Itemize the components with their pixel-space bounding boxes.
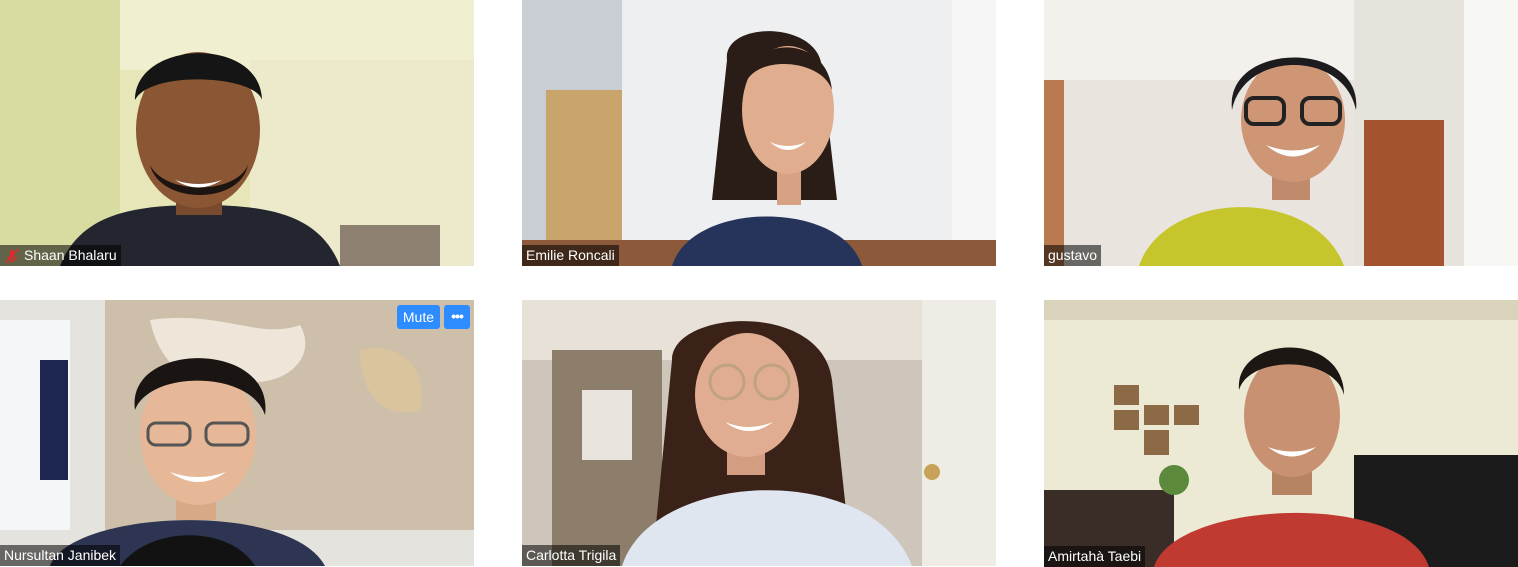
participant-video bbox=[522, 0, 996, 266]
participant-tile[interactable]: Emilie Roncali bbox=[522, 0, 996, 266]
microphone-off-icon bbox=[4, 247, 20, 264]
participant-name: gustavo bbox=[1048, 247, 1098, 263]
participant-tile[interactable]: Shaan Bhalaru bbox=[0, 0, 474, 266]
participant-name-tag: Nursultan Janibek bbox=[0, 545, 121, 566]
participant-name-tag: Carlotta Trigila bbox=[522, 545, 621, 566]
participant-name-tag: Amirtahà Taebi bbox=[1044, 546, 1146, 567]
participant-name: Carlotta Trigila bbox=[526, 547, 617, 563]
participant-tile[interactable]: gustavo bbox=[1044, 0, 1518, 266]
participant-name: Emilie Roncali bbox=[526, 247, 615, 263]
participant-name: Amirtahà Taebi bbox=[1048, 548, 1142, 564]
participant-video bbox=[1044, 0, 1518, 266]
participant-tile[interactable]: Mute ••• Nursultan Janibek bbox=[0, 300, 474, 566]
participant-hover-controls: Mute ••• bbox=[396, 305, 470, 329]
participant-tile[interactable]: Amirtahà Taebi bbox=[1044, 300, 1518, 567]
participant-name-tag: Shaan Bhalaru bbox=[0, 245, 121, 266]
participant-name-tag: gustavo bbox=[1044, 245, 1102, 266]
more-options-button[interactable]: ••• bbox=[444, 305, 470, 329]
participant-video bbox=[1044, 300, 1518, 567]
participant-name: Nursultan Janibek bbox=[4, 547, 117, 563]
participant-video bbox=[0, 0, 474, 266]
participant-name-tag: Emilie Roncali bbox=[522, 245, 619, 266]
participant-video bbox=[522, 300, 996, 566]
gallery-grid: Shaan Bhalaru Emilie Roncali gustavo Mut… bbox=[0, 0, 1518, 567]
participant-video bbox=[0, 300, 474, 566]
mute-button[interactable]: Mute bbox=[396, 305, 440, 329]
participant-name: Shaan Bhalaru bbox=[24, 247, 117, 263]
participant-tile[interactable]: Carlotta Trigila bbox=[522, 300, 996, 566]
ellipsis-icon: ••• bbox=[451, 308, 464, 324]
